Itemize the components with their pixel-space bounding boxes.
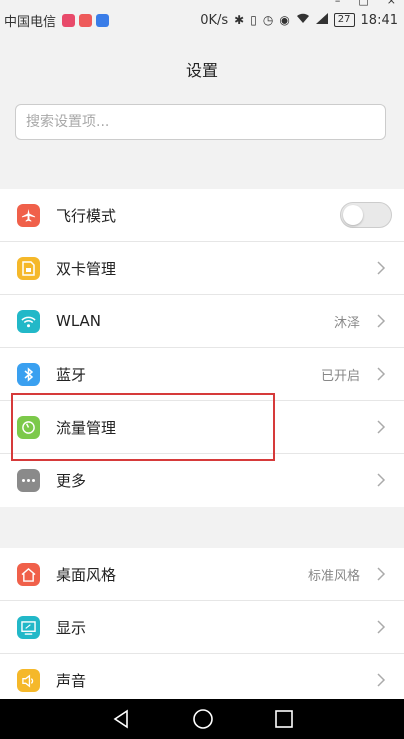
clock: 18:41	[360, 12, 398, 28]
chevron-right-icon	[377, 261, 386, 275]
search-section	[0, 98, 404, 152]
settings-item-label: 更多	[56, 472, 87, 490]
chevron-right-icon	[377, 567, 386, 581]
settings-item-display[interactable]: 显示	[0, 601, 404, 654]
battery-indicator: 27	[333, 13, 355, 27]
navigation-bar	[0, 699, 404, 739]
home-style-value: 标准风格	[307, 568, 360, 584]
gallery-app-icon	[79, 13, 93, 27]
back-icon[interactable]	[111, 709, 131, 729]
settings-item-dual-sim[interactable]: 双卡管理	[0, 242, 404, 295]
wifi-icon	[17, 310, 40, 333]
eye-comfort-icon: ◉	[279, 13, 290, 27]
settings-item-home-style[interactable]: 桌面风格 标准风格	[0, 548, 404, 601]
carrier-name: 中国电信	[4, 14, 57, 30]
alarm-icon: ◷	[262, 13, 274, 27]
music-app-icon	[62, 13, 76, 27]
network-speed: 0K/s	[200, 12, 229, 28]
data-usage-icon	[17, 416, 40, 439]
settings-item-bluetooth[interactable]: 蓝牙 已开启	[0, 348, 404, 401]
settings-item-label: 飞行模式	[56, 206, 117, 225]
home-button-icon[interactable]	[192, 708, 214, 730]
search-input[interactable]	[15, 104, 386, 140]
settings-item-label: 桌面风格	[56, 565, 117, 584]
bluetooth-status: 已开启	[320, 368, 360, 384]
close-button[interactable]: ×	[387, 0, 396, 7]
wifi-status-icon	[296, 13, 310, 27]
home-icon	[17, 563, 40, 586]
sound-icon	[17, 669, 40, 692]
window-controls: – □ ×	[335, 0, 396, 7]
chevron-right-icon	[377, 420, 386, 434]
settings-item-label: 蓝牙	[56, 365, 87, 384]
vibrate-icon: ▯	[250, 13, 257, 27]
bluetooth-status-icon: ✱	[234, 13, 245, 27]
settings-item-label: WLAN	[56, 312, 102, 330]
chevron-right-icon	[377, 620, 386, 634]
settings-group-personalization: 桌面风格 标准风格 显示 声音	[0, 548, 404, 707]
settings-item-wlan[interactable]: WLAN 沐泽	[0, 295, 404, 348]
chevron-right-icon	[377, 314, 386, 328]
chevron-right-icon	[377, 673, 386, 687]
settings-item-label: 声音	[56, 672, 87, 690]
bluetooth-icon	[17, 363, 40, 386]
settings-item-label: 流量管理	[56, 418, 117, 437]
wlan-network-name: 沐泽	[333, 315, 360, 331]
recent-apps-icon[interactable]	[275, 710, 294, 728]
signal-icon	[315, 13, 328, 27]
chevron-right-icon	[377, 367, 386, 381]
toggle-knob	[343, 205, 363, 225]
settings-item-airplane-mode[interactable]: 飞行模式	[0, 189, 404, 242]
assistant-app-icon	[96, 13, 110, 27]
airplane-mode-toggle[interactable]	[340, 202, 392, 228]
chevron-right-icon	[377, 473, 386, 487]
settings-item-more[interactable]: 更多	[0, 454, 404, 507]
settings-item-label: 双卡管理	[56, 259, 117, 278]
sim-card-icon	[17, 257, 40, 280]
settings-item-label: 显示	[56, 618, 87, 637]
display-icon	[17, 616, 40, 639]
airplane-icon	[17, 204, 40, 227]
settings-group-network: 飞行模式 双卡管理 WLAN 沐泽 蓝牙 已开启 流量管理 更多	[0, 189, 404, 507]
page-title: 设置	[185, 61, 218, 80]
maximize-button[interactable]: □	[358, 0, 368, 7]
minimize-button[interactable]: –	[335, 0, 341, 7]
settings-item-data-usage[interactable]: 流量管理	[0, 401, 404, 454]
more-icon	[17, 469, 40, 492]
